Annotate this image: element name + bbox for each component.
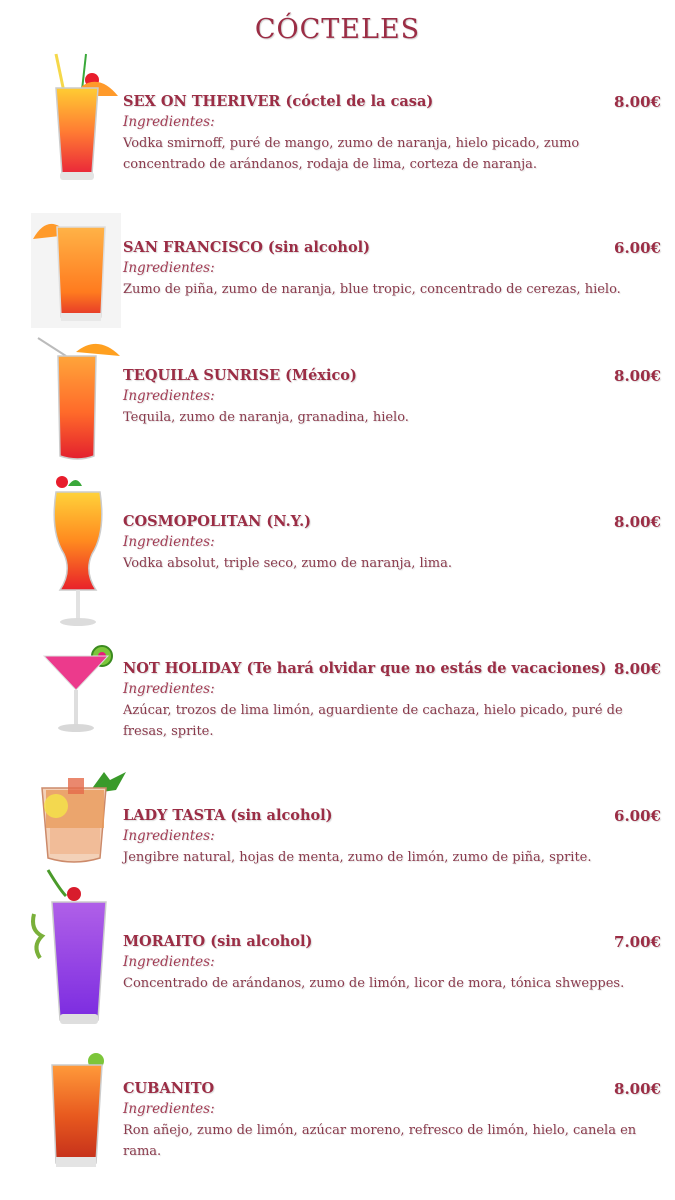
- item-description: Azúcar, trozos de lima limón, aguardient…: [123, 703, 623, 739]
- tequila-sunrise-icon: [37, 337, 120, 460]
- item-price: 8.00€: [614, 1080, 661, 1098]
- page-title: CÓCTELES: [254, 14, 421, 45]
- ingredients-label: Ingredientes:: [123, 260, 215, 276]
- hurricane-glass-icon: [53, 476, 103, 626]
- ingredients-label: Ingredientes:: [123, 681, 215, 697]
- sunset-cocktail-icon: [54, 53, 118, 180]
- ingredients-label: Ingredientes:: [123, 114, 215, 130]
- item-price: 6.00€: [614, 807, 661, 825]
- ingredients-label: Ingredientes:: [123, 954, 215, 970]
- item-price: 6.00€: [614, 239, 661, 257]
- item-name: TEQUILA SUNRISE (México): [123, 367, 357, 384]
- item-description: Ron añejo, zumo de limón, azúcar moreno,…: [123, 1123, 637, 1159]
- item-price: 7.00€: [614, 933, 661, 951]
- item-price: 8.00€: [614, 367, 661, 385]
- item-name: COSMOPOLITAN (N.Y.): [123, 513, 312, 530]
- item-name: NOT HOLIDAY (Te hará olvidar que no está…: [123, 660, 607, 677]
- item-description: Vodka smirnoff, puré de mango, zumo de n…: [123, 136, 580, 172]
- ingredients-label: Ingredientes:: [123, 828, 215, 844]
- item-name: LADY TASTA (sin alcohol): [123, 807, 333, 824]
- ingredients-label: Ingredientes:: [123, 534, 215, 550]
- item-description: Jengibre natural, hojas de menta, zumo d…: [123, 850, 592, 865]
- martini-glass-icon: [42, 645, 113, 732]
- item-name: SAN FRANCISCO (sin alcohol): [123, 239, 370, 256]
- purple-cocktail-icon: [31, 869, 107, 1024]
- item-name: SEX ON THERIVER (cóctel de la casa): [123, 93, 434, 110]
- item-description: Vodka absolut, triple seco, zumo de nara…: [123, 556, 453, 571]
- item-name: MORAITO (sin alcohol): [123, 933, 313, 950]
- orange-cocktail-icon: [31, 213, 121, 328]
- item-description: Concentrado de arándanos, zumo de limón,…: [123, 976, 625, 991]
- item-name: CUBANITO: [123, 1080, 215, 1097]
- item-price: 8.00€: [614, 93, 661, 111]
- item-description: Zumo de piña, zumo de naranja, blue trop…: [123, 282, 621, 297]
- item-description: Tequila, zumo de naranja, granadina, hie…: [123, 410, 409, 425]
- iced-drink-icon: [41, 772, 126, 863]
- ingredients-label: Ingredientes:: [123, 388, 215, 404]
- ingredients-label: Ingredientes:: [123, 1101, 215, 1117]
- item-price: 8.00€: [614, 513, 661, 531]
- cubanito-cocktail-icon: [51, 1053, 104, 1167]
- item-price: 8.00€: [614, 660, 661, 678]
